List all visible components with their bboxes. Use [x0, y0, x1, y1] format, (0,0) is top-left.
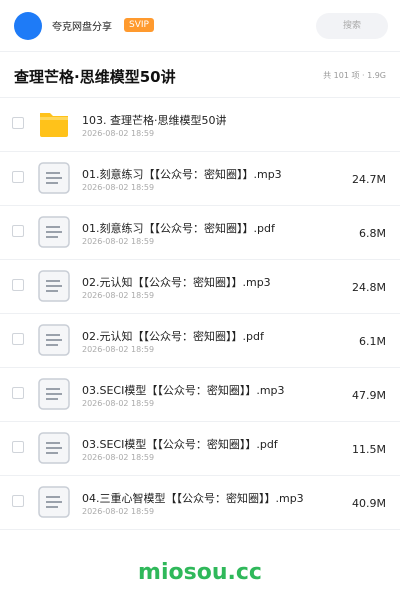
checkbox[interactable]: [12, 441, 24, 453]
file-size: 47.9M: [352, 389, 386, 402]
list-item[interactable]: 04.三重心智模型【【公众号：密知圈】】.mp3 2026-08-02 18:5…: [0, 476, 400, 530]
list-item[interactable]: 02.元认知【【公众号：密知圈】】.mp3 2026-08-02 18:59 2…: [0, 260, 400, 314]
checkbox[interactable]: [12, 387, 24, 399]
search-input[interactable]: [316, 13, 388, 39]
file-date: 2026-08-02 18:59: [82, 507, 155, 516]
list-item[interactable]: 01.刻意练习【【公众号：密知圈】】.pdf 2026-08-02 18:59 …: [0, 206, 400, 260]
document-icon: [38, 486, 70, 518]
watermark: miosou.cc: [138, 560, 262, 585]
file-date: 2026-08-02 18:59: [82, 291, 155, 300]
file-name: 103. 查理芒格·思维模型50讲: [82, 114, 227, 127]
file-size: 11.5M: [352, 443, 386, 456]
file-size: 6.1M: [359, 335, 386, 348]
file-date: 2026-08-02 18:59: [82, 399, 155, 408]
document-icon: [38, 162, 70, 194]
checkbox[interactable]: [12, 117, 24, 129]
file-date: 2026-08-02 18:59: [82, 453, 155, 462]
list-item[interactable]: 01.刻意练习【【公众号：密知圈】】.mp3 2026-08-02 18:59 …: [0, 152, 400, 206]
file-size: 24.8M: [352, 281, 386, 294]
page-title: 查理芒格·思维模型50讲: [14, 68, 176, 86]
checkbox[interactable]: [12, 171, 24, 183]
document-icon: [38, 378, 70, 410]
checkbox[interactable]: [12, 333, 24, 345]
app-name: 夸克网盘分享: [52, 22, 112, 33]
file-size: 40.9M: [352, 497, 386, 510]
file-size: 24.7M: [352, 173, 386, 186]
file-date: 2026-08-02 18:59: [82, 129, 155, 138]
document-icon: [38, 432, 70, 464]
list-item[interactable]: 103. 查理芒格·思维模型50讲 2026-08-02 18:59: [0, 98, 400, 152]
file-date: 2026-08-02 18:59: [82, 183, 155, 192]
folder-icon: [38, 108, 70, 140]
list-item[interactable]: 02.元认知【【公众号：密知圈】】.pdf 2026-08-02 18:59 6…: [0, 314, 400, 368]
file-date: 2026-08-02 18:59: [82, 237, 155, 246]
checkbox[interactable]: [12, 495, 24, 507]
checkbox[interactable]: [12, 225, 24, 237]
list-item[interactable]: 03.SECI模型【【公众号：密知圈】】.mp3 2026-08-02 18:5…: [0, 368, 400, 422]
folder-title-bar: 查理芒格·思维模型50讲 共 101 项 · 1.9G: [0, 52, 400, 98]
app-header: 夸克网盘分享 SVIP: [0, 0, 400, 52]
document-icon: [38, 324, 70, 356]
file-name: 02.元认知【【公众号：密知圈】】.pdf: [82, 330, 264, 343]
checkbox[interactable]: [12, 279, 24, 291]
file-list: 103. 查理芒格·思维模型50讲 2026-08-02 18:59 01.刻意…: [0, 98, 400, 530]
file-name: 04.三重心智模型【【公众号：密知圈】】.mp3: [82, 492, 304, 505]
file-name: 02.元认知【【公众号：密知圈】】.mp3: [82, 276, 271, 289]
list-item[interactable]: 03.SECI模型【【公众号：密知圈】】.pdf 2026-08-02 18:5…: [0, 422, 400, 476]
avatar[interactable]: [14, 12, 42, 40]
file-name: 03.SECI模型【【公众号：密知圈】】.mp3: [82, 384, 285, 397]
file-name: 03.SECI模型【【公众号：密知圈】】.pdf: [82, 438, 278, 451]
file-name: 01.刻意练习【【公众号：密知圈】】.mp3: [82, 168, 282, 181]
file-size: 6.8M: [359, 227, 386, 240]
file-name: 01.刻意练习【【公众号：密知圈】】.pdf: [82, 222, 275, 235]
document-icon: [38, 270, 70, 302]
item-count: 共 101 项 · 1.9G: [323, 71, 386, 80]
document-icon: [38, 216, 70, 248]
svip-badge: SVIP: [124, 18, 154, 32]
file-date: 2026-08-02 18:59: [82, 345, 155, 354]
